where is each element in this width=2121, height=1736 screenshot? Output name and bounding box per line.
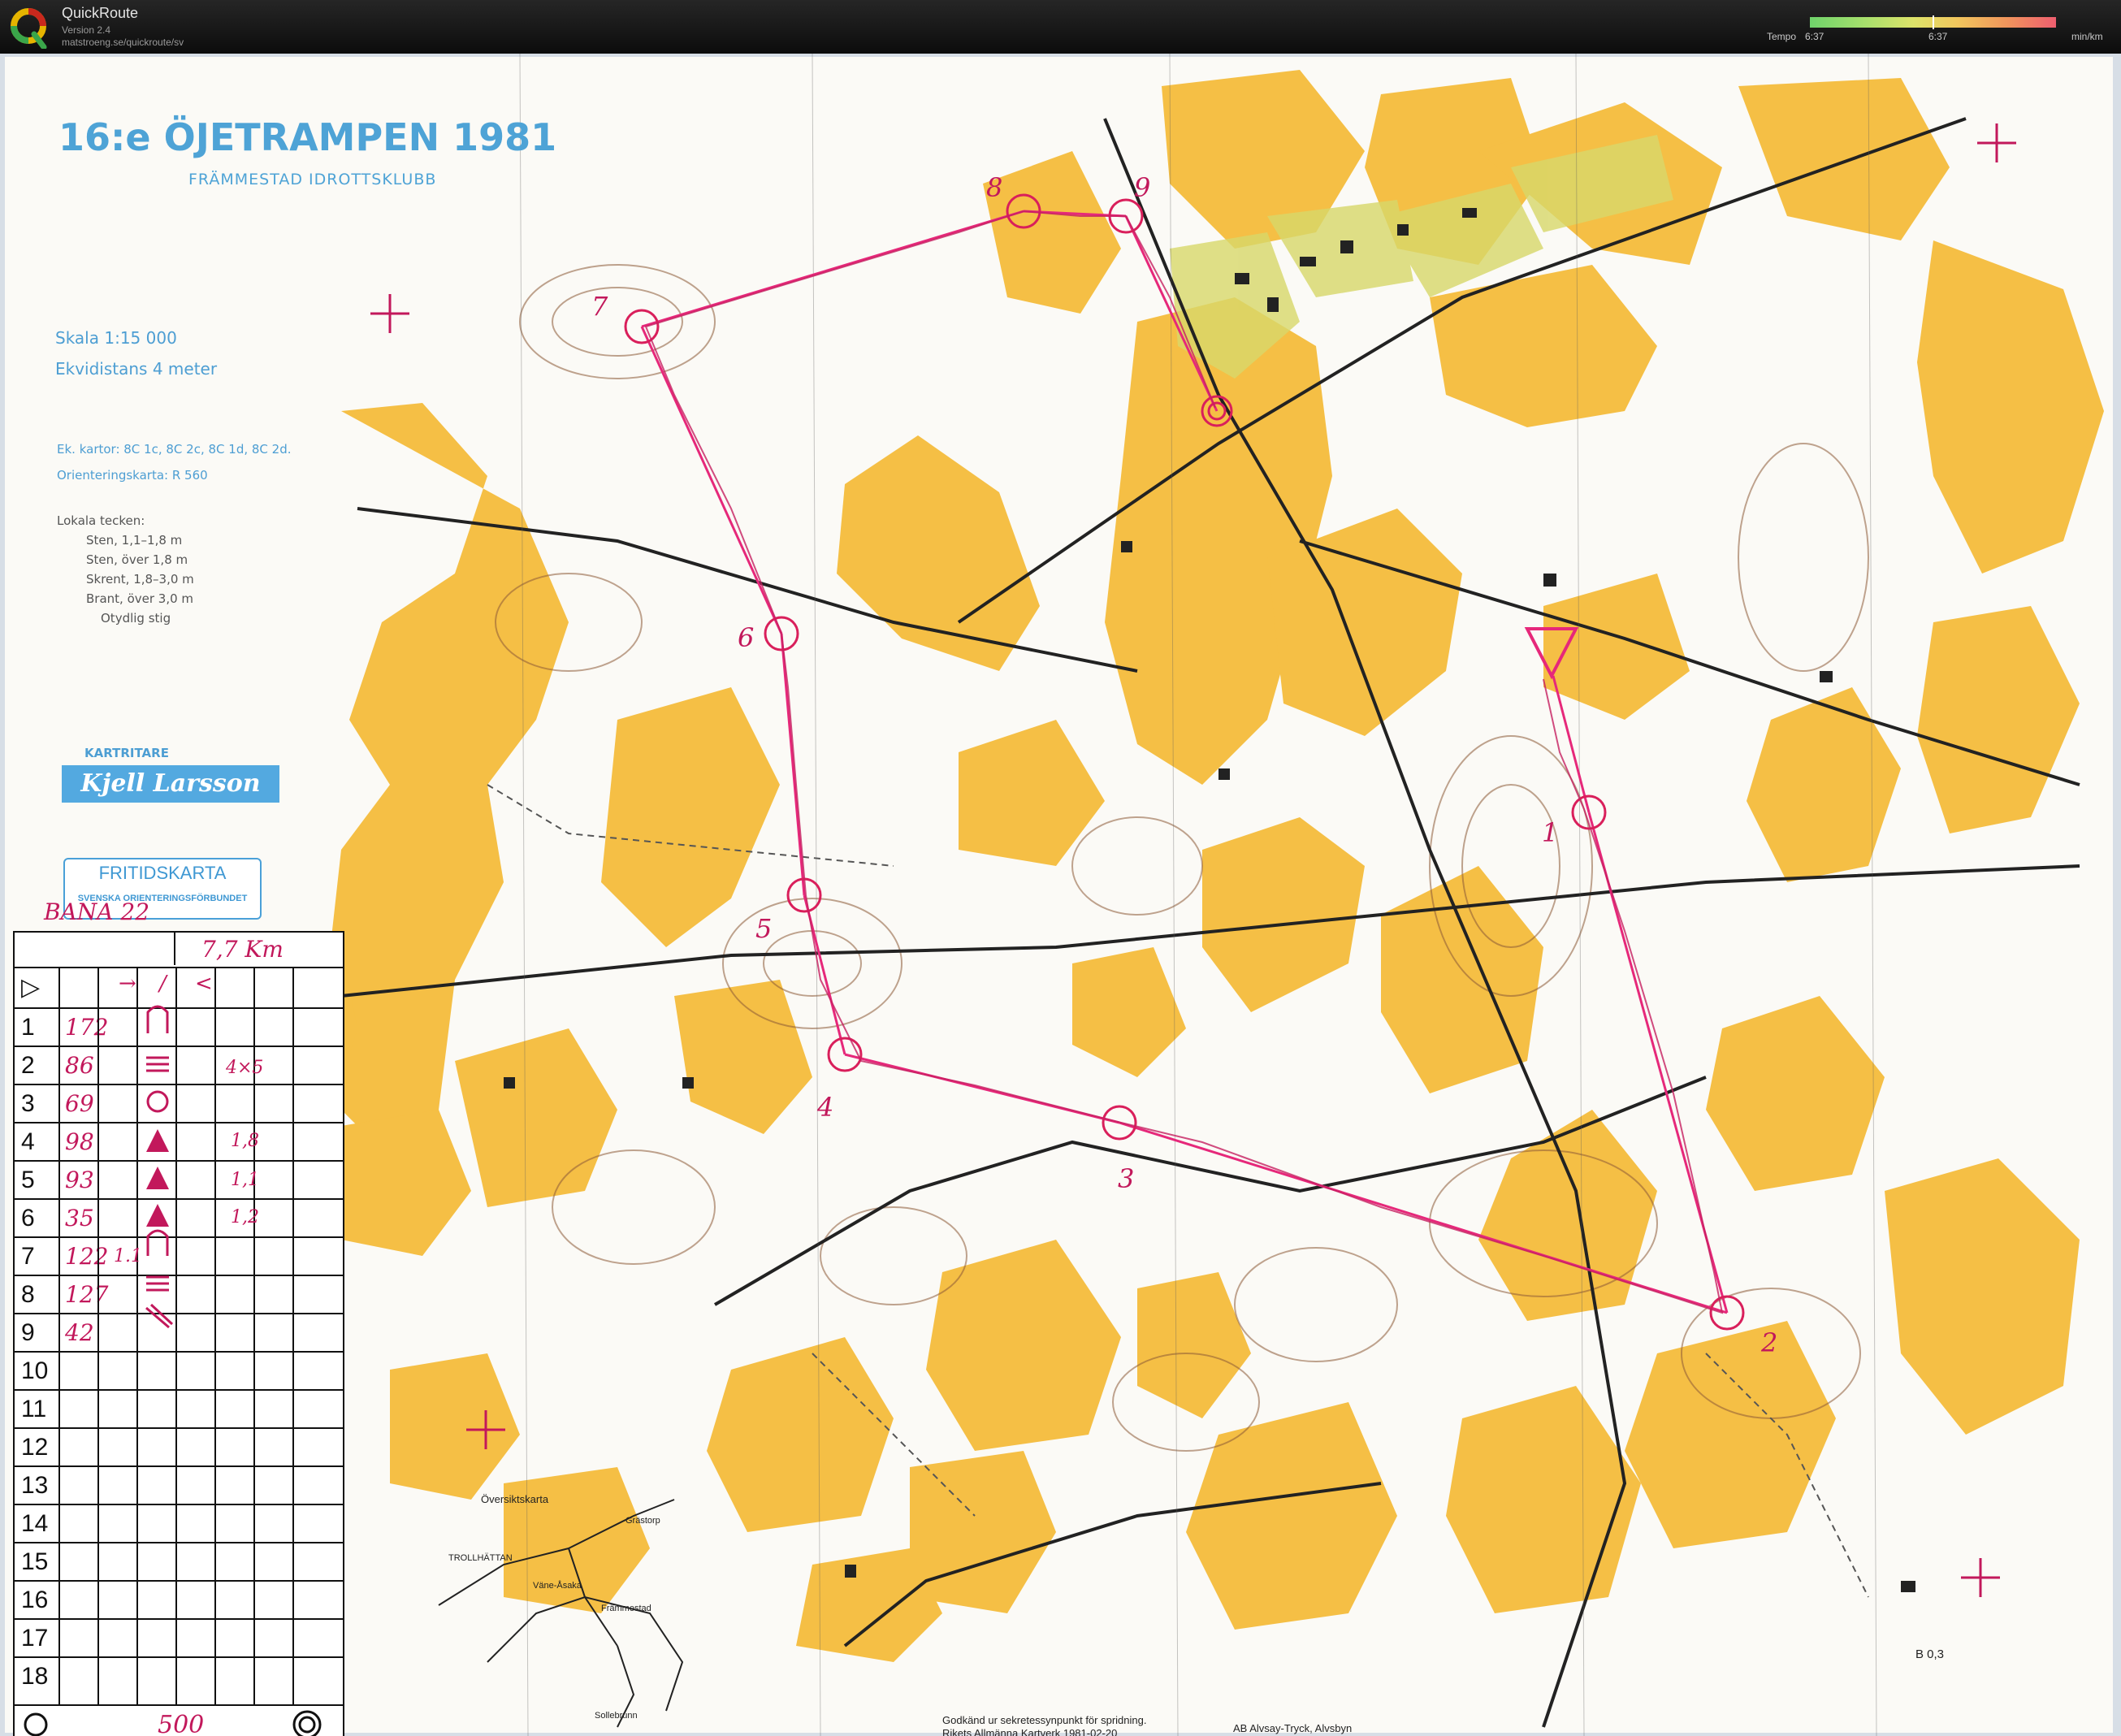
control-row-number: 16 (21, 1587, 49, 1613)
town-grastorp: Grästorp (625, 1516, 660, 1526)
overview-title: Översiktskarta (481, 1493, 549, 1505)
app-url[interactable]: matstroeng.se/quickroute/sv (62, 37, 184, 48)
control-row-number: 7 (21, 1243, 35, 1270)
quickroute-logo-icon (11, 8, 47, 49)
control-row-code: 127 (65, 1281, 109, 1308)
control-row-number: 2 (21, 1052, 35, 1079)
town-vane-asaka: Väne-Åsaka (533, 1581, 582, 1591)
start-symbol: ▷ (21, 974, 41, 1001)
note-row-7: 1.1 (114, 1246, 142, 1266)
control-row-number: 1 (21, 1014, 35, 1041)
control-row-number: 17 (21, 1625, 49, 1652)
kartritare-label: KARTRITARE (84, 746, 169, 760)
control-label-4: 4 (816, 1092, 833, 1123)
control-row-code: 172 (65, 1014, 109, 1041)
control-row-number: 6 (21, 1205, 35, 1232)
note-row-6: 1,2 (231, 1207, 259, 1227)
local-symbol-4: Brant, över 3,0 m (86, 591, 194, 606)
quickroute-window: QuickRoute Version 2.4 matstroeng.se/qui… (0, 0, 2121, 1736)
course-name: BANA 22 (44, 898, 150, 925)
control-row-code: 69 (65, 1090, 94, 1117)
control-row-number: 12 (21, 1434, 49, 1461)
note-row-4: 1,8 (231, 1131, 259, 1151)
app-title: QuickRoute (62, 5, 139, 21)
control-row-number: 3 (21, 1090, 35, 1117)
equidistance-label: Ekvidistans 4 meter (55, 359, 218, 379)
note-row-2: 4×5 (226, 1058, 264, 1078)
finish-double-circle-icon (292, 1710, 322, 1736)
map-code: B 0,3 (1915, 1647, 1945, 1661)
control-row-number: 14 (21, 1510, 49, 1537)
control-row-code: 35 (65, 1205, 94, 1232)
finish-start-circle-icon (24, 1712, 48, 1736)
kartritare-name: Kjell Larsson (62, 765, 279, 803)
finish-distance: 500 (158, 1711, 205, 1736)
control-row-code: 42 (65, 1319, 94, 1346)
control-label-6: 6 (738, 622, 754, 653)
local-symbol-1: Sten, 1,1–1,8 m (86, 533, 183, 548)
control-row-code: 98 (65, 1128, 94, 1155)
course-length: 7,7 Km (201, 936, 284, 963)
town-sollebrunn: Sollebrunn (595, 1711, 638, 1721)
control-row-number: 9 (21, 1319, 35, 1346)
header-symbol-1: → (119, 972, 136, 996)
tempo-marker (1933, 15, 1934, 29)
description-symbols (145, 1005, 174, 1329)
control-row-code: 86 (65, 1052, 94, 1079)
tempo-mid-value: 6:37 (1928, 31, 1948, 42)
local-symbol-3: Skrent, 1,8–3,0 m (86, 572, 194, 587)
scale-label: Skala 1:15 000 (55, 328, 177, 348)
town-trollhattan: TROLLHÄTTAN (448, 1553, 513, 1563)
local-symbol-2: Sten, över 1,8 m (86, 552, 188, 567)
control-row-number: 5 (21, 1167, 35, 1193)
map-title: 16:e ÖJETRAMPEN 1981 (58, 115, 557, 159)
control-label-5: 5 (755, 913, 772, 944)
tempo-left-value: 6:37 (1805, 31, 1824, 42)
control-label-9: 9 (1134, 172, 1150, 203)
tempo-label: Tempo (1767, 31, 1797, 42)
local-symbols-title: Lokala tecken: (57, 513, 145, 528)
control-row-code: 93 (65, 1167, 94, 1193)
control-row-number: 10 (21, 1357, 49, 1384)
club-name: FRÄMMESTAD IDROTTSKLUBB (188, 171, 437, 188)
town-frammestad: Främmestad (601, 1604, 651, 1613)
approval-line-1: Godkänd ur sekretessynpunkt för spridnin… (942, 1714, 1147, 1726)
ek-kartor-text: Ek. kartor: 8C 1c, 8C 2c, 8C 1d, 8C 2d. (57, 442, 292, 457)
control-row-number: 18 (21, 1663, 49, 1690)
approval-line-2: Rikets Allmänna Kartverk 1981-02-20 (942, 1727, 1118, 1736)
control-label-8: 8 (986, 172, 1002, 203)
control-row-number: 8 (21, 1281, 35, 1308)
control-row-number: 11 (21, 1396, 47, 1422)
finish-row: 500 (15, 1704, 343, 1736)
header-symbol-2: / (159, 972, 167, 996)
control-row-number: 4 (21, 1128, 35, 1155)
control-label-2: 2 (1760, 1327, 1777, 1358)
tempo-unit: min/km (2071, 31, 2103, 42)
control-row-number: 13 (21, 1472, 49, 1499)
note-row-5: 1,1 (231, 1170, 259, 1190)
control-row-number: 15 (21, 1548, 49, 1575)
printer-text: AB Alvsay-Tryck, Alvsbyn (1233, 1722, 1353, 1734)
control-label-1: 1 (1542, 817, 1558, 848)
fritidskarta-label: FRITIDSKARTA (98, 863, 227, 883)
app-version: Version 2.4 (62, 24, 111, 36)
title-bar: QuickRoute Version 2.4 matstroeng.se/qui… (0, 0, 2121, 54)
local-symbol-5: Otydlig stig (101, 611, 171, 626)
header-symbol-3: < (195, 972, 213, 996)
orient-karta-text: Orienteringskarta: R 560 (57, 468, 208, 483)
control-label-7: 7 (591, 291, 608, 322)
control-label-3: 3 (1118, 1163, 1134, 1194)
map-view[interactable]: 1 2 3 4 5 6 7 8 9 16:e ÖJETRAMPEN 1981 F… (0, 54, 2121, 1736)
